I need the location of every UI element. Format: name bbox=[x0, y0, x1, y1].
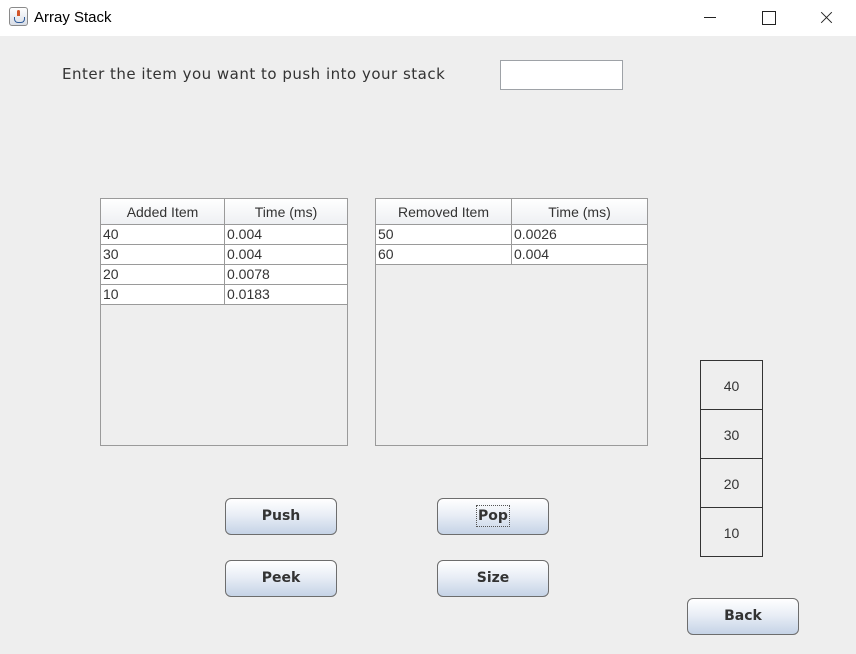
column-header-time[interactable]: Time (ms) bbox=[225, 199, 347, 225]
push-prompt-label: Enter the item you want to push into you… bbox=[62, 65, 446, 83]
back-button[interactable]: Back bbox=[687, 598, 799, 635]
pop-button-label: Pop bbox=[476, 505, 510, 527]
table-row[interactable]: 10 0.0183 bbox=[101, 285, 347, 305]
push-item-input[interactable] bbox=[500, 60, 623, 90]
column-header-time[interactable]: Time (ms) bbox=[512, 199, 647, 225]
table-cell[interactable]: 30 bbox=[101, 245, 225, 265]
table-cell[interactable]: 0.0078 bbox=[225, 265, 347, 285]
table-row[interactable]: 40 0.004 bbox=[101, 225, 347, 245]
added-items-table[interactable]: Added Item Time (ms) 40 0.004 30 0.004 2… bbox=[100, 198, 348, 446]
stack-cell: 20 bbox=[700, 458, 763, 508]
java-app-icon bbox=[9, 7, 28, 26]
column-header-removed-item[interactable]: Removed Item bbox=[376, 199, 512, 225]
size-button[interactable]: Size bbox=[437, 560, 549, 597]
table-cell[interactable]: 0.004 bbox=[225, 225, 347, 245]
stack-cell: 40 bbox=[700, 360, 763, 410]
title-bar: Array Stack bbox=[0, 0, 856, 36]
table-cell[interactable]: 60 bbox=[376, 245, 512, 265]
stack-visual: 40 30 20 10 bbox=[700, 360, 763, 557]
push-button[interactable]: Push bbox=[225, 498, 337, 535]
close-icon[interactable] bbox=[803, 0, 849, 36]
maximize-icon[interactable] bbox=[745, 0, 791, 36]
table-cell[interactable]: 0.004 bbox=[225, 245, 347, 265]
pop-button[interactable]: Pop bbox=[437, 498, 549, 535]
table-header: Removed Item Time (ms) bbox=[376, 199, 647, 225]
table-cell[interactable]: 20 bbox=[101, 265, 225, 285]
stack-cell: 10 bbox=[700, 507, 763, 557]
peek-button[interactable]: Peek bbox=[225, 560, 337, 597]
column-header-added-item[interactable]: Added Item bbox=[101, 199, 225, 225]
minimize-icon[interactable] bbox=[687, 0, 733, 36]
table-header: Added Item Time (ms) bbox=[101, 199, 347, 225]
stack-cell: 30 bbox=[700, 409, 763, 459]
table-row[interactable]: 20 0.0078 bbox=[101, 265, 347, 285]
table-row[interactable]: 60 0.004 bbox=[376, 245, 647, 265]
table-cell[interactable]: 0.0183 bbox=[225, 285, 347, 305]
table-cell[interactable]: 0.0026 bbox=[512, 225, 647, 245]
table-cell[interactable]: 40 bbox=[101, 225, 225, 245]
table-cell[interactable]: 0.004 bbox=[512, 245, 647, 265]
table-cell[interactable]: 50 bbox=[376, 225, 512, 245]
window-title: Array Stack bbox=[34, 9, 112, 26]
removed-items-table[interactable]: Removed Item Time (ms) 50 0.0026 60 0.00… bbox=[375, 198, 648, 446]
table-cell[interactable]: 10 bbox=[101, 285, 225, 305]
table-row[interactable]: 30 0.004 bbox=[101, 245, 347, 265]
table-row[interactable]: 50 0.0026 bbox=[376, 225, 647, 245]
